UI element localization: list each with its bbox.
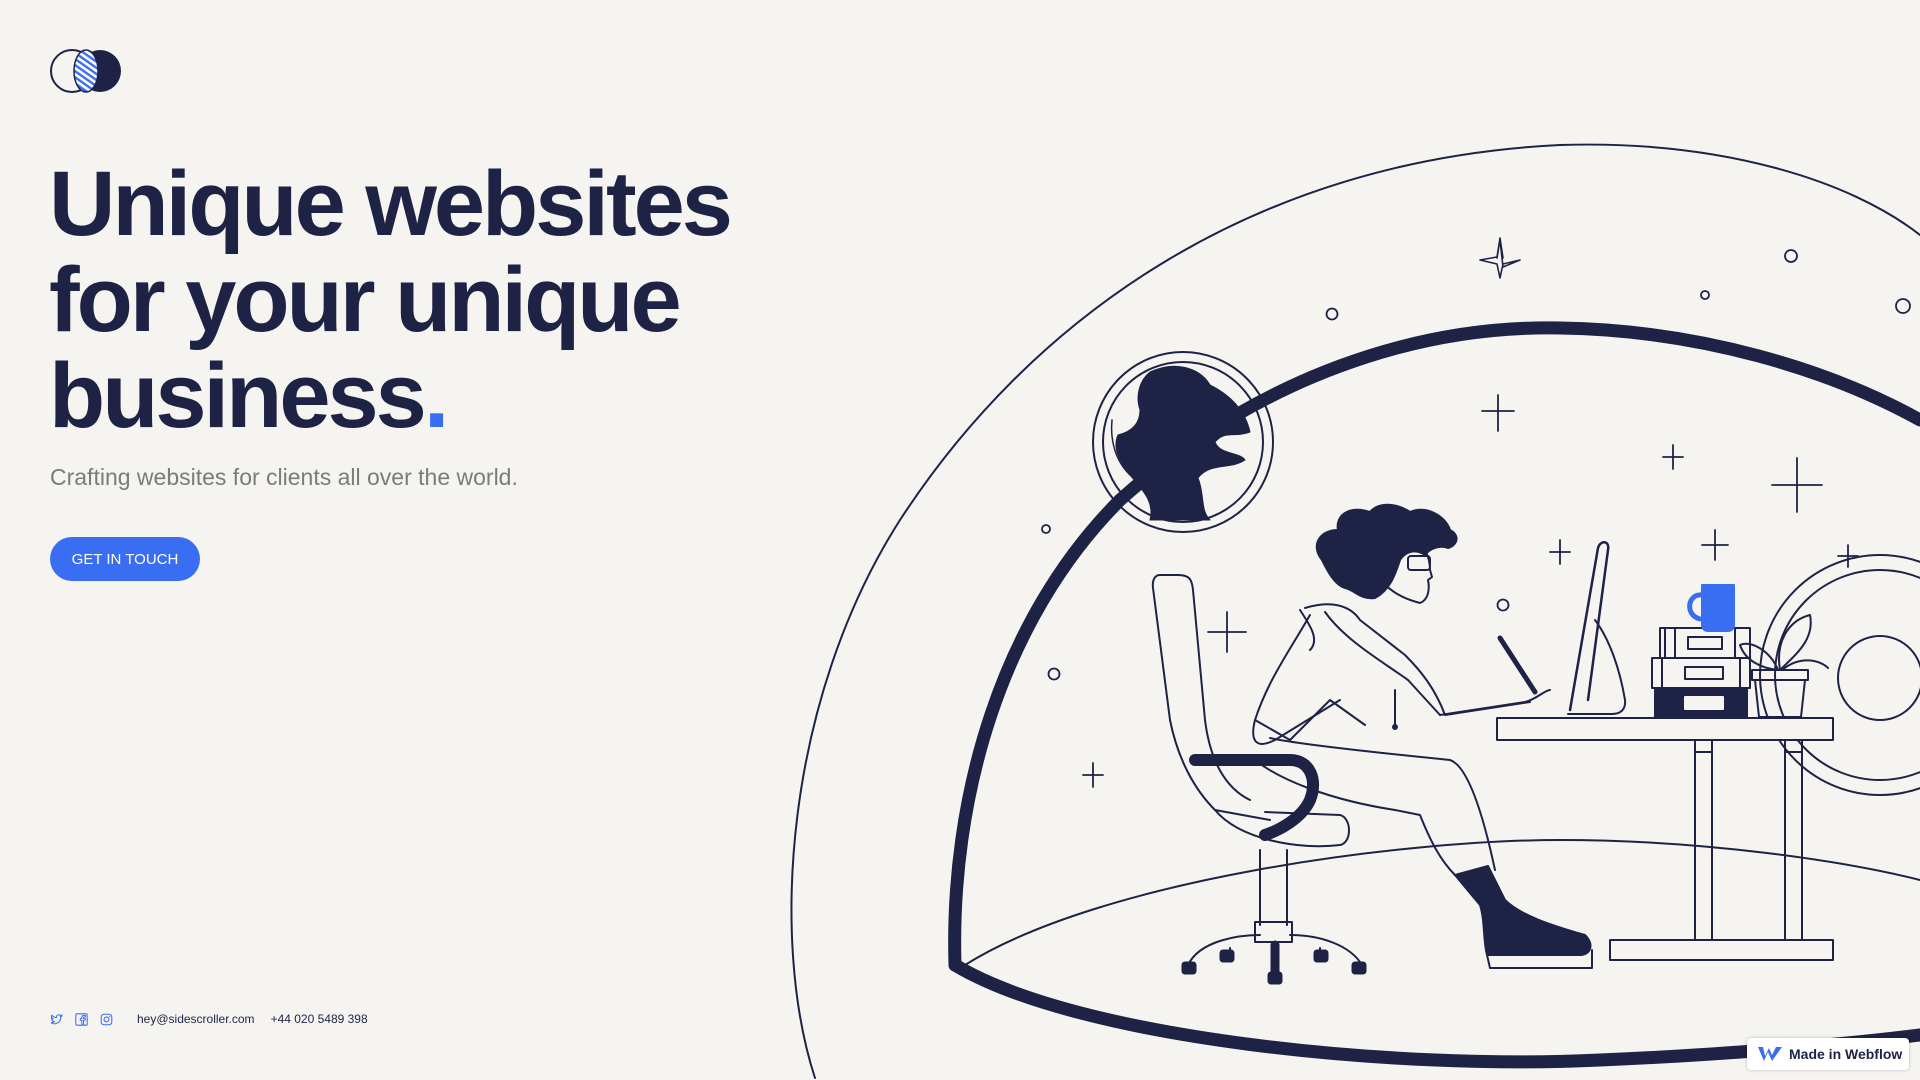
person-at-desk-illustration [790, 143, 1920, 1079]
made-in-webflow-badge[interactable]: Made in Webflow [1747, 1038, 1909, 1070]
webflow-badge-label: Made in Webflow [1789, 1046, 1903, 1062]
webflow-logo-icon [1758, 1047, 1782, 1061]
